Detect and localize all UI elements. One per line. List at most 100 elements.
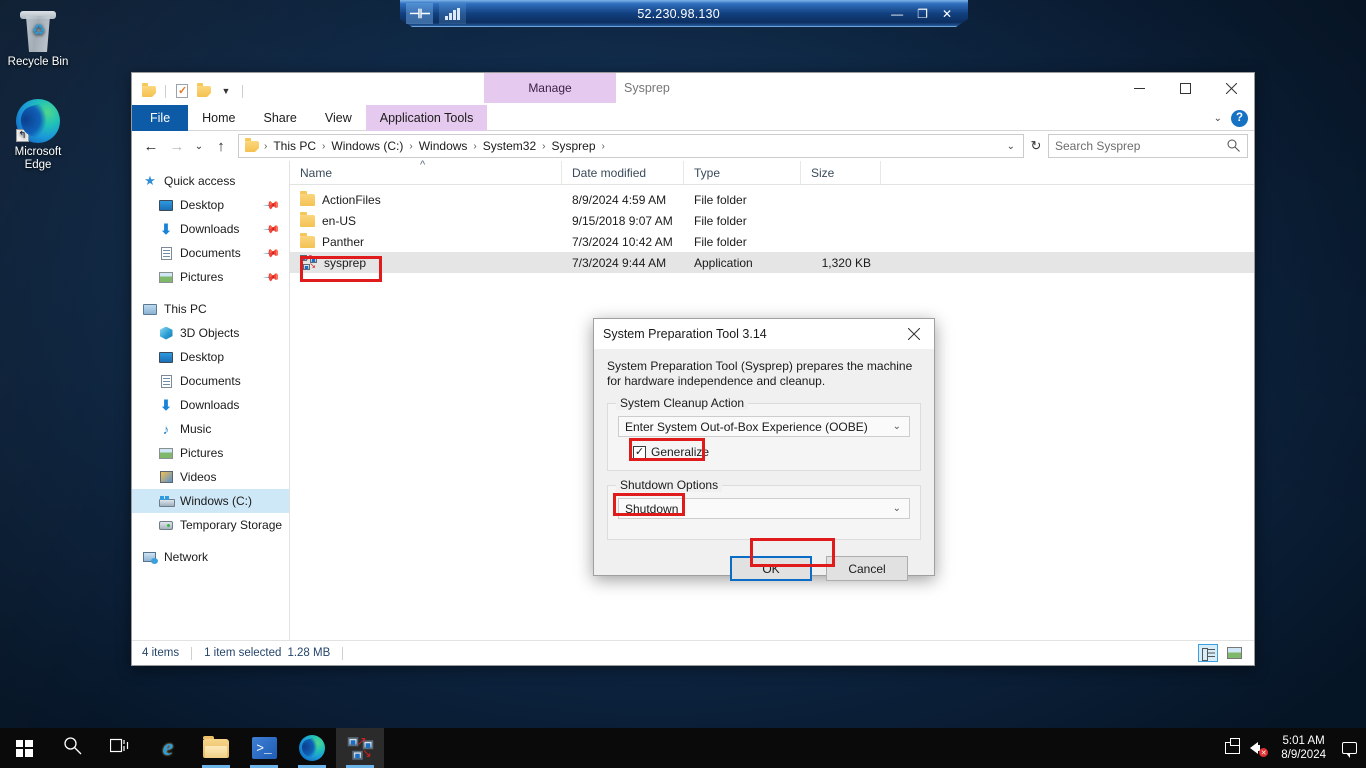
nav-item-downloads[interactable]: ⬇ Downloads 📌 xyxy=(132,217,289,241)
clock-time: 5:01 AM xyxy=(1282,735,1325,747)
pin-icon[interactable]: 📌 xyxy=(263,196,282,214)
speaker-muted-icon[interactable]: ✕ xyxy=(1245,728,1271,768)
breadcrumb-this-pc[interactable]: This PC xyxy=(270,139,319,153)
pin-icon[interactable]: ⊣⊢ xyxy=(406,3,433,24)
pc-icon xyxy=(142,301,158,317)
up-button[interactable]: ↑ xyxy=(208,133,234,159)
nav-item-desktop-pc[interactable]: Desktop xyxy=(132,345,289,369)
document-icon xyxy=(158,245,174,261)
chevron-down-icon[interactable]: ⌄ xyxy=(1214,113,1222,124)
shortcut-arrow-icon: ↰ xyxy=(16,129,29,142)
signal-bars-icon[interactable] xyxy=(439,3,466,24)
breadcrumb[interactable]: › This PC › Windows (C:) › Windows › Sys… xyxy=(238,134,1024,158)
clock[interactable]: 5:01 AM 8/9/2024 xyxy=(1271,734,1336,762)
recent-locations-icon[interactable]: ⌄ xyxy=(190,133,208,159)
powershell-button[interactable]: >_ xyxy=(240,728,288,768)
pin-icon[interactable]: 📌 xyxy=(263,268,282,286)
help-icon[interactable]: ? xyxy=(1231,109,1248,127)
search-input[interactable]: Search Sysprep xyxy=(1048,134,1248,158)
sysprep-button[interactable]: ↗ ↘ xyxy=(336,728,384,768)
desktop-icon-label-2: Edge xyxy=(24,159,52,171)
cancel-button[interactable]: Cancel xyxy=(826,556,908,581)
navigation-pane[interactable]: ★ Quick access Desktop 📌 ⬇ Downloads 📌 D… xyxy=(132,161,290,640)
monitor-icon xyxy=(158,349,174,365)
tab-home[interactable]: Home xyxy=(188,105,249,131)
back-button[interactable]: ← xyxy=(138,133,164,159)
column-header-type[interactable]: Type xyxy=(684,160,801,185)
breadcrumb-sysprep[interactable]: Sysprep xyxy=(548,139,598,153)
generalize-checkbox[interactable]: ✓ Generalize xyxy=(618,445,910,459)
table-row[interactable]: en-US 9/15/2018 9:07 AM File folder xyxy=(290,210,1254,231)
tab-file[interactable]: File xyxy=(132,105,189,131)
taskbar: e >_ ↗ ↘ ✕ 5:01 AM 8/9/2024 xyxy=(0,728,1366,768)
folder-icon xyxy=(300,191,315,206)
nav-item-music[interactable]: ♪ Music xyxy=(132,417,289,441)
edge-button[interactable] xyxy=(288,728,336,768)
rdp-restore-button[interactable]: ❐ xyxy=(917,7,928,21)
shutdown-option-select[interactable]: Shutdown ⌄ xyxy=(618,498,910,519)
maximize-button[interactable] xyxy=(1162,73,1208,103)
new-folder-icon[interactable] xyxy=(195,83,213,100)
table-row-sysprep[interactable]: ↗ ↘ sysprep 7/3/2024 9:44 AM Application … xyxy=(290,252,1254,273)
folder-icon[interactable] xyxy=(140,83,158,100)
nav-item-3d-objects[interactable]: 3D Objects xyxy=(132,321,289,345)
rdp-minimize-button[interactable]: — xyxy=(891,7,903,21)
column-header-name[interactable]: Name xyxy=(290,160,562,185)
quick-access-toolbar[interactable]: ▼ xyxy=(132,73,246,103)
close-button[interactable] xyxy=(1208,73,1254,103)
nav-item-this-pc[interactable]: This PC xyxy=(132,297,289,321)
nav-item-documents[interactable]: Documents 📌 xyxy=(132,241,289,265)
tab-application-tools[interactable]: Application Tools xyxy=(365,105,488,131)
details-view-icon[interactable] xyxy=(1198,644,1218,662)
large-icons-view-icon[interactable] xyxy=(1224,644,1244,662)
nav-item-downloads-pc[interactable]: ⬇ Downloads xyxy=(132,393,289,417)
dialog-close-button[interactable] xyxy=(894,319,934,349)
desktop-icon-microsoft-edge[interactable]: ↰ Microsoft Edge xyxy=(0,96,76,172)
nav-item-windows-c[interactable]: Windows (C:) xyxy=(132,489,289,513)
cleanup-action-select[interactable]: Enter System Out-of-Box Experience (OOBE… xyxy=(618,416,910,437)
tab-share[interactable]: Share xyxy=(250,105,311,131)
nav-item-desktop[interactable]: Desktop 📌 xyxy=(132,193,289,217)
breadcrumb-dropdown-icon[interactable]: ⌄ xyxy=(1007,141,1019,152)
file-size xyxy=(801,189,881,210)
nav-item-label: This PC xyxy=(164,302,207,316)
nav-item-label: Downloads xyxy=(180,222,240,236)
table-row[interactable]: Panther 7/3/2024 10:42 AM File folder xyxy=(290,231,1254,252)
task-view-button[interactable] xyxy=(96,728,144,768)
forward-button[interactable]: → xyxy=(164,133,190,159)
breadcrumb-windows[interactable]: Windows xyxy=(416,139,471,153)
nav-item-network[interactable]: Network xyxy=(132,545,289,569)
tab-view[interactable]: View xyxy=(311,105,366,131)
notification-bubble-icon[interactable] xyxy=(1336,728,1362,768)
desktop-icon-recycle-bin[interactable]: ♻ Recycle Bin xyxy=(0,6,76,69)
table-row[interactable]: ActionFiles 8/9/2024 4:59 AM File folder xyxy=(290,189,1254,210)
remote-monitor-icon[interactable] xyxy=(1219,728,1245,768)
properties-icon[interactable] xyxy=(173,83,191,100)
nav-item-pictures[interactable]: Pictures 📌 xyxy=(132,265,289,289)
column-header-size[interactable]: Size xyxy=(801,160,881,185)
task-view-icon xyxy=(109,737,130,759)
search-button[interactable] xyxy=(48,728,96,768)
breadcrumb-system32[interactable]: System32 xyxy=(480,139,539,153)
nav-item-pictures-pc[interactable]: Pictures xyxy=(132,441,289,465)
video-icon xyxy=(158,469,174,485)
start-button[interactable] xyxy=(0,728,48,768)
customize-qat-chevron-icon[interactable]: ▼ xyxy=(217,83,235,100)
nav-item-label: Windows (C:) xyxy=(180,494,253,508)
minimize-button[interactable] xyxy=(1116,73,1162,103)
refresh-icon[interactable]: ↻ xyxy=(1024,134,1048,158)
internet-explorer-button[interactable]: e xyxy=(144,728,192,768)
pin-icon[interactable]: 📌 xyxy=(263,220,282,238)
column-header-date-modified[interactable]: Date modified xyxy=(562,160,684,185)
nav-item-temporary-storage[interactable]: Temporary Storage xyxy=(132,513,289,537)
nav-item-documents-pc[interactable]: Documents xyxy=(132,369,289,393)
rdp-connection-bar[interactable]: ⊣⊢ 52.230.98.130 — ❐ ✕ xyxy=(400,0,968,27)
file-name: sysprep xyxy=(324,255,367,270)
file-explorer-button[interactable] xyxy=(192,728,240,768)
rdp-close-button[interactable]: ✕ xyxy=(942,7,952,21)
nav-item-videos[interactable]: Videos xyxy=(132,465,289,489)
pin-icon[interactable]: 📌 xyxy=(263,244,282,262)
ok-button[interactable]: OK xyxy=(730,556,812,581)
nav-item-quick-access[interactable]: ★ Quick access xyxy=(132,169,289,193)
breadcrumb-windows-c[interactable]: Windows (C:) xyxy=(328,139,406,153)
